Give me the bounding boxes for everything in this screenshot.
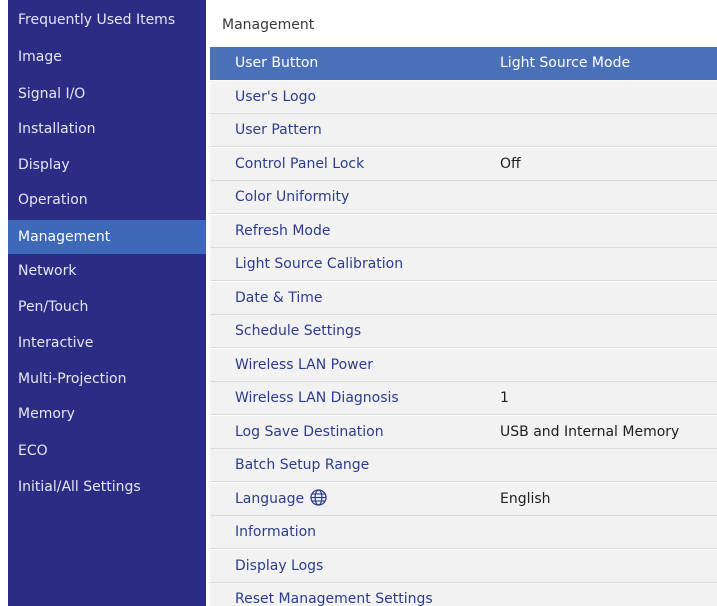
menu-row-refresh-mode[interactable]: Refresh Mode	[210, 215, 717, 248]
sidebar-item-network[interactable]: Network	[8, 254, 206, 288]
row-label: User Button	[235, 55, 319, 71]
menu-row-schedule-settings[interactable]: Schedule Settings	[210, 315, 717, 348]
projector-menu: Frequently Used Items Image Signal I/O I…	[0, 0, 717, 606]
row-label: Wireless LAN Power	[235, 357, 373, 373]
menu-row-batch-setup-range[interactable]: Batch Setup Range	[210, 449, 717, 482]
sidebar-item-display[interactable]: Display	[8, 148, 206, 182]
menu-row-reset-management-settings[interactable]: Reset Management Settings	[210, 583, 717, 606]
row-label: User Pattern	[235, 122, 322, 138]
sidebar-item-initial-all-settings[interactable]: Initial/All Settings	[8, 470, 206, 504]
panel-title: Management	[222, 17, 315, 33]
menu-row-log-save-destination[interactable]: Log Save Destination USB and Internal Me…	[210, 416, 717, 449]
sidebar-item-multi-projection[interactable]: Multi-Projection	[8, 362, 206, 396]
sidebar-item-image[interactable]: Image	[8, 40, 206, 74]
sidebar-item-frequently-used-items[interactable]: Frequently Used Items	[8, 3, 206, 37]
row-label: User's Logo	[235, 89, 317, 105]
menu-row-control-panel-lock[interactable]: Control Panel Lock Off	[210, 148, 717, 181]
sidebar-item-management[interactable]: Management	[8, 220, 206, 254]
row-label: Wireless LAN Diagnosis	[235, 390, 399, 406]
row-label: Color Uniformity	[235, 189, 350, 205]
row-label-with-icon: Language	[235, 483, 327, 515]
row-label: Light Source Calibration	[235, 256, 404, 272]
row-label: Log Save Destination	[235, 424, 384, 440]
sidebar: Frequently Used Items Image Signal I/O I…	[8, 0, 206, 606]
menu-row-information[interactable]: Information	[210, 516, 717, 549]
row-label: Display Logs	[235, 558, 324, 574]
menu-row-display-logs[interactable]: Display Logs	[210, 550, 717, 583]
sidebar-item-memory[interactable]: Memory	[8, 397, 206, 431]
menu-row-wireless-lan-power[interactable]: Wireless LAN Power	[210, 349, 717, 382]
menu-row-color-uniformity[interactable]: Color Uniformity	[210, 181, 717, 214]
menu-row-date-time[interactable]: Date & Time	[210, 282, 717, 315]
menu-row-user-pattern[interactable]: User Pattern	[210, 114, 717, 147]
row-label: Schedule Settings	[235, 323, 362, 339]
sidebar-item-signal-io[interactable]: Signal I/O	[8, 77, 206, 111]
menu-row-user-button[interactable]: User Button Light Source Mode	[210, 47, 717, 80]
row-value: 1	[500, 390, 509, 406]
row-label: Control Panel Lock	[235, 156, 365, 172]
sidebar-item-installation[interactable]: Installation	[8, 112, 206, 146]
row-value: Off	[500, 156, 521, 172]
row-label: Batch Setup Range	[235, 457, 370, 473]
row-label: Language	[235, 491, 305, 507]
row-value: English	[500, 491, 551, 507]
row-label: Refresh Mode	[235, 223, 331, 239]
menu-row-language[interactable]: Language English	[210, 483, 717, 516]
globe-icon	[310, 489, 327, 506]
row-value: USB and Internal Memory	[500, 424, 680, 440]
sidebar-item-operation[interactable]: Operation	[8, 183, 206, 217]
row-label: Information	[235, 524, 317, 540]
row-value: Light Source Mode	[500, 55, 631, 71]
row-label: Reset Management Settings	[235, 591, 433, 606]
menu-row-wireless-lan-diagnosis[interactable]: Wireless LAN Diagnosis 1	[210, 382, 717, 415]
sidebar-item-pen-touch[interactable]: Pen/Touch	[8, 290, 206, 324]
sidebar-item-eco[interactable]: ECO	[8, 434, 206, 468]
menu-row-light-source-calibration[interactable]: Light Source Calibration	[210, 248, 717, 281]
row-label: Date & Time	[235, 290, 323, 306]
sidebar-item-interactive[interactable]: Interactive	[8, 326, 206, 360]
settings-panel: Management User Button Light Source Mode…	[206, 0, 717, 606]
menu-row-users-logo[interactable]: User's Logo	[210, 81, 717, 114]
